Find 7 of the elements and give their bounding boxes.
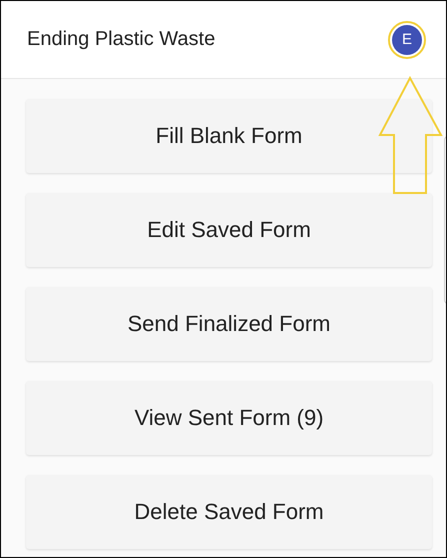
menu-button[interactable]: Send Finalized Form <box>26 287 432 361</box>
menu-button[interactable]: Edit Saved Form <box>26 193 432 267</box>
app-title: Ending Plastic Waste <box>27 28 216 51</box>
menu-button[interactable]: View Sent Form (9) <box>26 381 432 455</box>
account-avatar[interactable]: E <box>392 24 422 54</box>
menu-button[interactable]: Fill Blank Form <box>26 99 432 173</box>
menu-button[interactable]: Delete Saved Form <box>26 475 432 549</box>
